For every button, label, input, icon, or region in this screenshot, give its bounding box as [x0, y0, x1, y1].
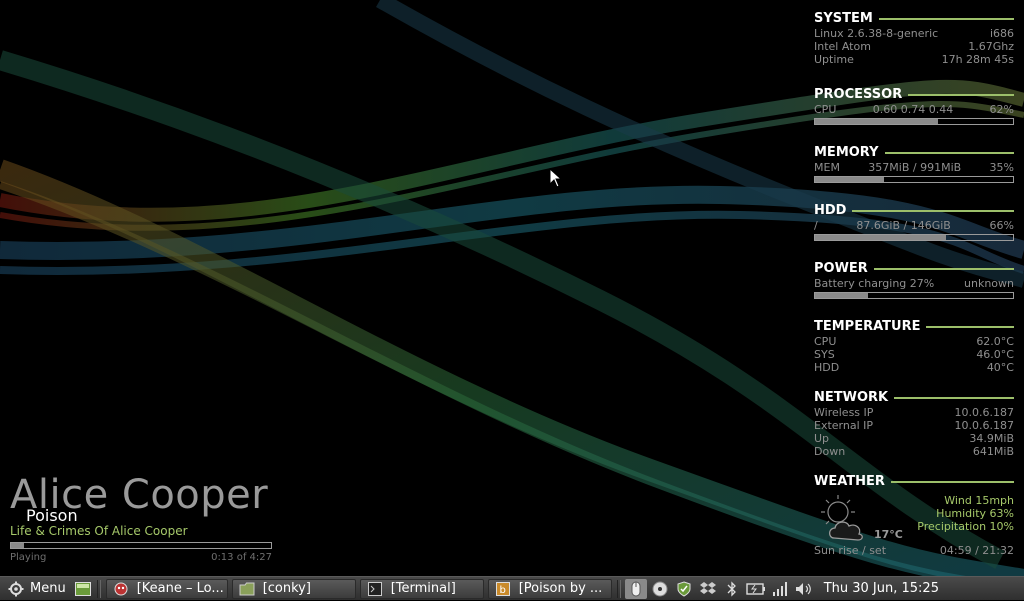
taskbar-separator	[616, 579, 621, 598]
task-poison[interactable]: b [Poison by ...	[487, 578, 612, 599]
hdd-section: HDD /87.6GiB / 146GiB 66%	[814, 202, 1014, 260]
signal-icon	[772, 581, 787, 596]
sun-row: Sun rise / set 04:59 / 21:32	[814, 544, 1014, 557]
weather-wind: Wind 15mph	[944, 494, 1014, 507]
hdd-row: /87.6GiB / 146GiB 66%	[814, 219, 1014, 232]
taskbar-separator	[96, 579, 101, 598]
bluetooth-icon	[727, 580, 736, 597]
mouse-cursor-icon	[549, 168, 563, 188]
task-label: [Keane – Lo...	[136, 581, 224, 596]
battery-row: Battery charging 27% unknown	[814, 277, 1014, 290]
dropbox-icon	[699, 581, 716, 594]
svg-text:b: b	[499, 585, 505, 596]
cpu-row: CPU 0.60 0.74 0.44 62%	[814, 103, 1014, 116]
power-title: POWER	[814, 260, 1014, 277]
temp-row-hdd: HDD 40°C	[814, 361, 1014, 374]
weather-title: WEATHER	[814, 473, 1014, 490]
net-row-wireless-ip: Wireless IP 10.0.6.187	[814, 406, 1014, 419]
playback-state: Playing	[10, 552, 47, 563]
mem-bar-fill	[815, 177, 885, 182]
mouse-icon	[631, 581, 641, 596]
system-row-cpu-model: Intel Atom 1.67Ghz	[814, 40, 1014, 53]
tray-item-dropbox[interactable]	[697, 579, 719, 599]
mem-row: MEM 357MiB / 991MiB 35%	[814, 161, 1014, 174]
net-row-up: Up 34.9MiB	[814, 432, 1014, 445]
task-label: [Poison by ...	[518, 581, 603, 596]
task-keane[interactable]: [Keane – Lo...	[105, 578, 228, 599]
task-label: [Terminal]	[390, 581, 456, 596]
tray-item-volume[interactable]	[793, 579, 815, 599]
cpu-bar-fill	[815, 119, 938, 124]
processor-title: PROCESSOR	[814, 86, 1014, 103]
shield-check-icon	[677, 580, 691, 597]
folder-icon	[239, 581, 255, 597]
tray-item-disc[interactable]	[649, 579, 671, 599]
terminal-icon	[367, 581, 383, 597]
disc-icon	[652, 581, 668, 596]
tray-item-battery[interactable]	[745, 579, 767, 599]
album-name: Life & Crimes Of Alice Cooper	[10, 524, 188, 538]
task-label: [conky]	[262, 581, 311, 596]
weather-section: WEATHER 17°C Wind 15mph Humidity 63% Pre…	[814, 473, 1014, 563]
battery-bar-fill	[815, 293, 869, 298]
task-conky[interactable]: [conky]	[231, 578, 356, 599]
menu-gear-icon	[8, 581, 24, 596]
hdd-title: HDD	[814, 202, 1014, 219]
clock[interactable]: Thu 30 Jun, 15:25	[824, 581, 939, 596]
tray-item-mouse[interactable]	[624, 578, 647, 599]
tray-item-network[interactable]	[769, 579, 791, 599]
net-row-down: Down 641MiB	[814, 445, 1014, 458]
hdd-bar	[814, 234, 1014, 241]
weather-precipitation: Precipitation 10%	[917, 520, 1014, 533]
tray-item-update[interactable]	[673, 579, 695, 599]
tray-item-bluetooth[interactable]	[721, 579, 743, 599]
browser-icon: b	[495, 581, 511, 597]
battery-icon	[746, 582, 765, 595]
track-title: Poison	[26, 506, 78, 525]
network-title: NETWORK	[814, 389, 1014, 406]
track-progress-bar	[10, 542, 272, 549]
system-section: SYSTEM Linux 2.6.38-8-generic i686 Intel …	[814, 10, 1014, 86]
processor-section: PROCESSOR CPU 0.60 0.74 0.44 62%	[814, 86, 1014, 144]
system-title: SYSTEM	[814, 10, 1014, 27]
system-row-uptime: Uptime 17h 28m 45s	[814, 53, 1014, 66]
system-row-kernel: Linux 2.6.38-8-generic i686	[814, 27, 1014, 40]
system-tray	[624, 577, 816, 601]
weather-humidity: Humidity 63%	[936, 507, 1014, 520]
temp-row-sys: SYS 46.0°C	[814, 348, 1014, 361]
menu-label: Menu	[30, 581, 66, 596]
volume-icon	[795, 582, 811, 595]
partly-cloudy-icon	[821, 495, 863, 541]
show-desktop-button[interactable]	[72, 579, 94, 599]
temperature-title: TEMPERATURE	[814, 318, 1014, 335]
temp-row-cpu: CPU 62.0°C	[814, 335, 1014, 348]
memory-section: MEMORY MEM 357MiB / 991MiB 35%	[814, 144, 1014, 202]
power-section: POWER Battery charging 27% unknown	[814, 260, 1014, 318]
show-desktop-icon	[74, 581, 91, 596]
music-player-icon	[113, 581, 129, 597]
playback-time: 0:13 of 4:27	[211, 552, 272, 563]
net-row-external-ip: External IP 10.0.6.187	[814, 419, 1014, 432]
menu-button[interactable]: Menu	[0, 578, 72, 600]
task-terminal[interactable]: [Terminal]	[359, 578, 484, 599]
mem-bar	[814, 176, 1014, 183]
playback-status: Playing 0:13 of 4:27	[10, 552, 272, 563]
track-progress-fill	[11, 543, 24, 548]
music-widget: Alice Cooper Poison Life & Crimes Of Ali…	[10, 472, 272, 563]
hdd-bar-fill	[815, 235, 946, 240]
conky-panel: SYSTEM Linux 2.6.38-8-generic i686 Intel …	[814, 10, 1014, 563]
memory-title: MEMORY	[814, 144, 1014, 161]
weather-temp: 17°C	[874, 528, 903, 541]
network-section: NETWORK Wireless IP 10.0.6.187 External I…	[814, 389, 1014, 473]
temperature-section: TEMPERATURE CPU 62.0°C SYS 46.0°C HDD 40°C	[814, 318, 1014, 389]
weather-details: Wind 15mph Humidity 63% Precipitation 10…	[917, 494, 1014, 533]
taskbar: Menu [Keane – Lo... [conky] [Terminal] b…	[0, 576, 1024, 600]
weather-body: 17°C Wind 15mph Humidity 63% Precipitati…	[814, 490, 1014, 544]
cpu-bar	[814, 118, 1014, 125]
battery-bar	[814, 292, 1014, 299]
